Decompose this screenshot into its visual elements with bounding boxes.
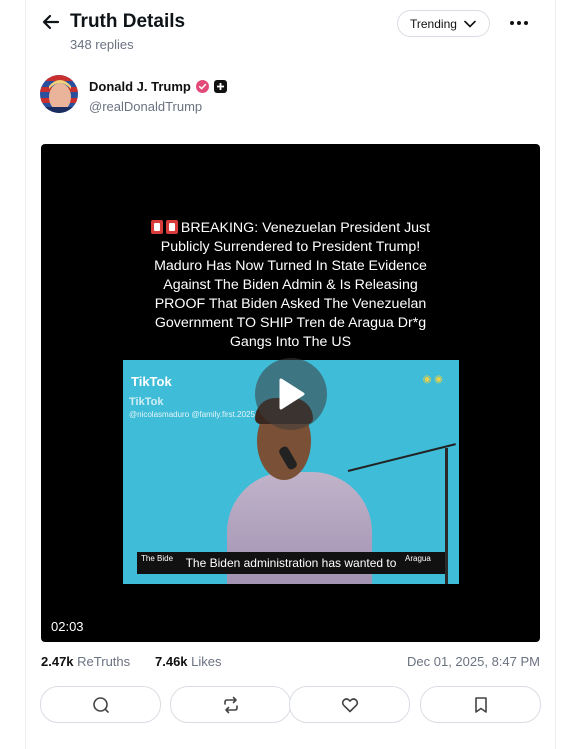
bookmark-icon — [474, 696, 487, 713]
verified-badge-icon — [195, 80, 209, 93]
avatar-image — [40, 75, 78, 113]
overlay-line: Government TO SHIP Tren de Aragua Dr*g — [154, 315, 427, 331]
tiktok-watermark-secondary: TikTok — [129, 396, 164, 408]
play-button[interactable] — [255, 358, 327, 430]
breaking-emoji-icon — [165, 220, 178, 234]
like-button[interactable] — [289, 686, 410, 723]
feed-selector-dropdown[interactable]: Trending — [397, 10, 490, 37]
reply-icon — [92, 696, 109, 713]
affiliate-badge-icon — [213, 80, 227, 93]
more-horizontal-icon — [510, 21, 528, 25]
breaking-emoji-icon — [150, 220, 163, 234]
author-name[interactable]: Donald J. Trump — [89, 79, 191, 94]
feed-selector-label: Trending — [410, 16, 457, 31]
heart-icon — [341, 697, 358, 712]
overlay-line: BREAKING: Venezuelan President Just — [180, 220, 431, 236]
reply-count: 348 replies — [70, 37, 134, 52]
retruth-icon — [223, 696, 238, 713]
video-overlay-text: BREAKING: Venezuelan President Just Publ… — [41, 219, 540, 352]
bookmark-button[interactable] — [420, 686, 541, 723]
overlay-line: Publicly Surrendered to President Trump! — [160, 239, 421, 255]
channel-logo-icon: ◉ ◉ — [422, 374, 443, 385]
video-caption: The Biden administration has wanted to — [137, 552, 445, 574]
caption-fragment-right: Aragua — [405, 554, 431, 563]
back-button[interactable] — [40, 11, 62, 33]
mic-pole — [445, 448, 448, 584]
reply-button[interactable] — [40, 686, 161, 723]
video-player[interactable]: BREAKING: Venezuelan President Just Publ… — [41, 144, 540, 642]
caption-fragment-left: The Bide — [141, 554, 174, 563]
page-title: Truth Details — [70, 11, 186, 32]
page-header: Truth Details 348 replies Trending — [40, 10, 540, 56]
overlay-line: Maduro Has Now Turned In State Evidence — [154, 258, 427, 274]
likes-label: Likes — [191, 654, 222, 669]
retruths-stat[interactable]: 2.47k ReTruths — [41, 654, 130, 669]
retruth-button[interactable] — [170, 686, 291, 723]
overlay-line: PROOF That Biden Asked The Venezuelan — [154, 296, 427, 312]
arrow-left-icon — [42, 14, 60, 30]
tiktok-handles: @nicolasmaduro @family.first.2025 — [129, 410, 255, 419]
retruths-count: 2.47k — [41, 654, 74, 669]
retruths-label: ReTruths — [77, 654, 131, 669]
overlay-line: Against The Biden Admin & Is Releasing — [163, 277, 418, 293]
play-icon — [279, 378, 305, 410]
likes-stat[interactable]: 7.46k Likes — [155, 654, 222, 669]
post-timestamp: Dec 01, 2025, 8:47 PM — [407, 654, 540, 669]
overlay-line: Gangs Into The US — [229, 334, 352, 350]
post-author: Donald J. Trump @realDonaldTrump — [40, 75, 540, 117]
mic-stand — [347, 443, 456, 472]
post-stats: 2.47k ReTruths 7.46k Likes Dec 01, 2025,… — [41, 654, 540, 672]
avatar[interactable] — [40, 75, 78, 113]
chevron-down-icon — [464, 20, 476, 28]
likes-count: 7.46k — [155, 654, 188, 669]
author-name-row: Donald J. Trump — [89, 79, 227, 94]
video-duration: 02:03 — [51, 619, 84, 634]
author-handle[interactable]: @realDonaldTrump — [89, 99, 202, 114]
more-options-button[interactable] — [506, 12, 532, 34]
tiktok-watermark: TikTok — [131, 374, 172, 389]
